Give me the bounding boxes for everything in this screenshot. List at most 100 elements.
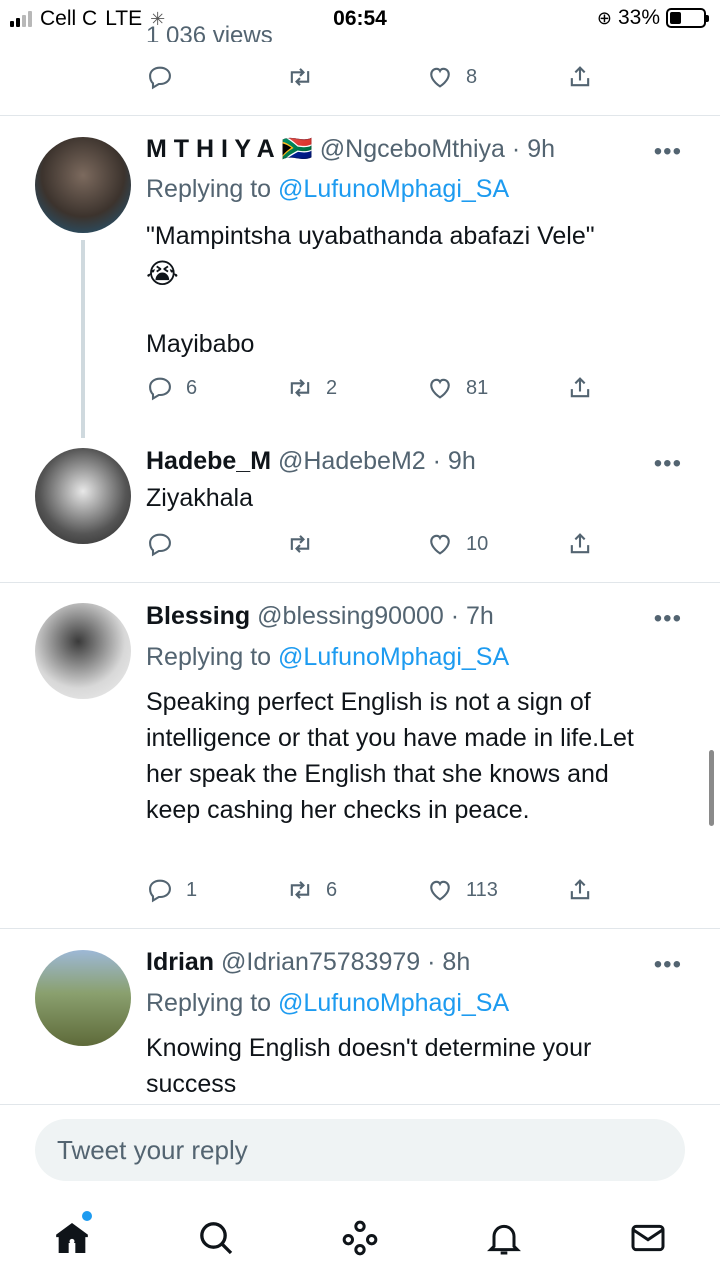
reply-button[interactable]: 1 xyxy=(146,876,197,904)
tweet-time: · 9h xyxy=(511,135,556,163)
like-count: 81 xyxy=(466,376,489,399)
replying-label: Replying to xyxy=(146,643,279,671)
divider xyxy=(0,928,720,929)
battery-percent: 33% xyxy=(617,6,660,29)
thread-line xyxy=(81,240,85,438)
nav-notifications[interactable] xyxy=(484,1218,524,1258)
tweet-header: Blessing @blessing90000 · 7h xyxy=(146,601,494,631)
share-button[interactable] xyxy=(566,876,594,904)
like-button[interactable]: 10 xyxy=(426,530,488,558)
tweet-header: M T H I Y A 🇿🇦 @NgceboMthiya · 9h xyxy=(146,134,555,164)
battery-icon xyxy=(666,8,709,28)
notification-dot xyxy=(82,1211,92,1221)
user-handle[interactable]: @blessing90000 xyxy=(257,602,444,630)
tweet-text: "Mampintsha uyabathanda abafazi Vele" 😭 … xyxy=(146,218,666,362)
retweet-count: 2 xyxy=(326,376,338,399)
like-count: 10 xyxy=(466,532,489,555)
replying-to: Replying to @LufunoMphagi_SA xyxy=(146,642,509,672)
divider xyxy=(0,1104,720,1105)
user-name[interactable]: M T H I Y A xyxy=(146,135,275,163)
tweet-time: · 9h xyxy=(432,447,476,475)
status-right: ⊕ 33% xyxy=(597,6,709,30)
user-handle[interactable]: @HadebeM2 xyxy=(278,447,426,475)
nav-messages[interactable] xyxy=(628,1218,668,1258)
replying-link[interactable]: @LufunoMphagi_SA xyxy=(278,989,509,1017)
share-icon xyxy=(570,533,590,554)
replying-link[interactable]: @LufunoMphagi_SA xyxy=(278,643,509,671)
heart-icon xyxy=(430,378,450,399)
reply-button[interactable] xyxy=(146,530,174,558)
user-name[interactable]: Idrian xyxy=(146,948,214,976)
tweet-text-line: Mayibabo xyxy=(146,330,255,358)
emoji: 😭 xyxy=(146,258,179,289)
tweet-time: · 7h xyxy=(450,602,494,630)
divider xyxy=(0,115,720,116)
reply-icon xyxy=(149,377,171,401)
heart-icon xyxy=(430,67,450,88)
heart-icon xyxy=(430,534,450,555)
like-button[interactable]: 81 xyxy=(426,374,488,402)
share-icon xyxy=(570,879,590,900)
share-button[interactable] xyxy=(566,63,594,91)
user-name[interactable]: Blessing xyxy=(146,602,250,630)
avatar[interactable] xyxy=(35,950,131,1046)
heart-icon xyxy=(430,880,450,901)
scrollbar[interactable] xyxy=(709,750,714,826)
divider xyxy=(0,582,720,583)
share-icon xyxy=(570,377,590,398)
retweet-count: 6 xyxy=(326,878,338,901)
retweet-icon xyxy=(290,379,310,397)
spaces-icon xyxy=(342,1220,378,1256)
retweet-button[interactable] xyxy=(286,63,314,91)
reply-count: 1 xyxy=(186,878,198,901)
more-options-icon[interactable]: ••• xyxy=(654,605,682,633)
retweet-button[interactable]: 2 xyxy=(286,374,337,402)
user-handle[interactable]: @Idrian75783979 xyxy=(221,948,420,976)
tweet-time: · 8h xyxy=(427,948,471,976)
replying-label: Replying to xyxy=(146,175,279,203)
reply-icon xyxy=(149,533,171,557)
reply-input[interactable]: Tweet your reply xyxy=(35,1119,685,1181)
user-handle[interactable]: @NgceboMthiya xyxy=(320,135,505,163)
like-count: 113 xyxy=(466,878,498,901)
replying-label: Replying to xyxy=(146,989,279,1017)
share-button[interactable] xyxy=(566,530,594,558)
like-button[interactable]: 8 xyxy=(426,63,477,91)
avatar[interactable] xyxy=(35,137,131,233)
nav-search[interactable] xyxy=(196,1218,236,1258)
search-icon xyxy=(200,1222,233,1255)
share-button[interactable] xyxy=(566,374,594,402)
replying-to: Replying to @LufunoMphagi_SA xyxy=(146,174,509,204)
more-options-icon[interactable]: ••• xyxy=(654,138,682,166)
retweet-button[interactable] xyxy=(286,530,314,558)
like-count: 8 xyxy=(466,65,478,88)
avatar[interactable] xyxy=(35,603,131,699)
tweet-text: Ziyakhala xyxy=(146,484,253,512)
reply-placeholder: Tweet your reply xyxy=(57,1135,248,1165)
bottom-nav xyxy=(0,1206,720,1266)
more-options-icon[interactable]: ••• xyxy=(654,951,682,979)
reply-count: 6 xyxy=(186,376,198,399)
messages-icon xyxy=(631,1224,665,1252)
notifications-icon xyxy=(487,1224,521,1255)
tweet-header: Hadebe_M @HadebeM2 · 9h xyxy=(146,446,476,476)
nav-home[interactable] xyxy=(52,1211,92,1258)
avatar[interactable] xyxy=(35,448,131,544)
retweet-icon xyxy=(290,68,310,86)
like-button[interactable]: 113 xyxy=(426,876,498,904)
more-options-icon[interactable]: ••• xyxy=(654,450,682,478)
reply-button[interactable] xyxy=(146,63,174,91)
nav-spaces[interactable] xyxy=(340,1218,380,1258)
tweet-text-line: "Mampintsha uyabathanda abafazi Vele" xyxy=(146,222,595,250)
share-icon xyxy=(570,66,590,87)
replying-link[interactable]: @LufunoMphagi_SA xyxy=(278,175,509,203)
views-count: 1 036 views xyxy=(146,24,273,42)
retweet-button[interactable]: 6 xyxy=(286,876,337,904)
retweet-icon xyxy=(290,881,310,899)
replying-to: Replying to @LufunoMphagi_SA xyxy=(146,988,509,1018)
reply-icon xyxy=(149,879,171,903)
reply-button[interactable]: 6 xyxy=(146,374,197,402)
status-bar: Cell C LTE ✳ 06:54 ⊕ 33% xyxy=(0,0,720,38)
flag-emoji: 🇿🇦 xyxy=(281,135,313,163)
user-name[interactable]: Hadebe_M xyxy=(146,447,271,475)
